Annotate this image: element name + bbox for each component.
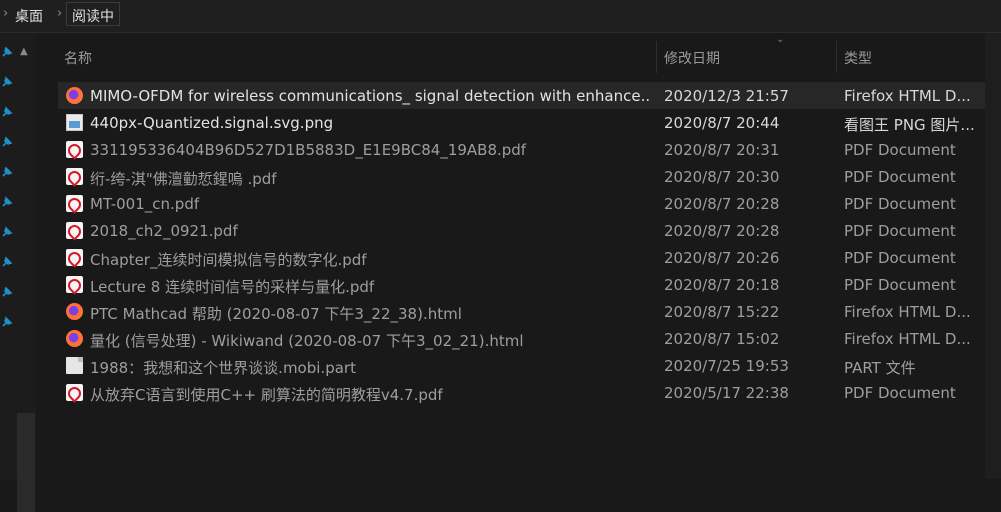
file-date: 2020/5/17 22:38 bbox=[664, 384, 789, 402]
column-divider[interactable] bbox=[656, 41, 657, 73]
file-date: 2020/8/7 20:28 bbox=[664, 195, 780, 213]
file-name: Lecture 8 连续时间信号的采样与量化.pdf bbox=[90, 278, 375, 296]
file-row[interactable]: MIMO-OFDM for wireless communications_ s… bbox=[58, 82, 998, 109]
address-bar[interactable]: › 桌面 › 阅读中 bbox=[0, 0, 1001, 33]
file-type: PDF Document bbox=[844, 222, 956, 240]
pin-icon[interactable] bbox=[1, 106, 13, 118]
file-name: MT-001_cn.pdf bbox=[90, 195, 200, 213]
file-type: PDF Document bbox=[844, 384, 956, 402]
pin-icon[interactable] bbox=[1, 46, 13, 58]
file-date: 2020/8/7 20:30 bbox=[664, 168, 780, 186]
breadcrumb-item-reading[interactable]: 阅读中 bbox=[72, 6, 114, 26]
pdf-icon bbox=[66, 195, 83, 212]
file-date: 2020/8/7 20:28 bbox=[664, 222, 780, 240]
file-row[interactable]: Chapter_连续时间模拟信号的数字化.pdf 2020/8/7 20:26 … bbox=[58, 244, 998, 271]
file-name: 440px-Quantized.signal.svg.png bbox=[90, 114, 334, 132]
pdf-icon bbox=[66, 384, 83, 401]
png-image-icon bbox=[66, 114, 83, 131]
file-name: MIMO-OFDM for wireless communications_ s… bbox=[90, 87, 650, 105]
pin-icon[interactable] bbox=[1, 166, 13, 178]
pin-icon[interactable] bbox=[1, 226, 13, 238]
column-header-date-modified[interactable]: 修改日期 bbox=[664, 48, 720, 68]
pin-icon[interactable] bbox=[1, 316, 13, 328]
pdf-icon bbox=[66, 249, 83, 266]
file-row[interactable]: 从放弃C语言到使用C++ 刷算法的简明教程v4.7.pdf 2020/5/17 … bbox=[58, 379, 998, 406]
file-row[interactable]: 量化 (信号处理) - Wikiwand (2020-08-07 下午3_02_… bbox=[58, 325, 998, 352]
file-name: 绗-绔-淇"佛澶勭悊鍟嗚 .pdf bbox=[90, 170, 277, 188]
column-header-name[interactable]: 名称 bbox=[64, 48, 92, 68]
firefox-html-icon bbox=[66, 87, 83, 104]
file-date: 2020/8/7 20:18 bbox=[664, 276, 780, 294]
file-name: 量化 (信号处理) - Wikiwand (2020-08-07 下午3_02_… bbox=[90, 332, 524, 350]
file-row[interactable]: 绗-绔-淇"佛澶勭悊鍟嗚 .pdf 2020/8/7 20:30 PDF Doc… bbox=[58, 163, 998, 190]
file-name: PTC Mathcad 帮助 (2020-08-07 下午3_22_38).ht… bbox=[90, 305, 462, 323]
file-date: 2020/7/25 19:53 bbox=[664, 357, 789, 375]
part-file-icon bbox=[66, 357, 83, 374]
file-name: 从放弃C语言到使用C++ 刷算法的简明教程v4.7.pdf bbox=[90, 386, 443, 404]
file-type: PDF Document bbox=[844, 168, 956, 186]
file-type: 看图王 PNG 图片... bbox=[844, 116, 975, 134]
column-divider[interactable] bbox=[836, 41, 837, 73]
pin-icon[interactable] bbox=[1, 76, 13, 88]
file-name: 331195336404B96D527D1B5883D_E1E9BC84_19A… bbox=[90, 141, 527, 159]
file-type: PDF Document bbox=[844, 276, 956, 294]
file-type: Firefox HTML D... bbox=[844, 303, 971, 321]
navigation-scrollbar-thumb[interactable] bbox=[17, 413, 35, 512]
file-type: PDF Document bbox=[844, 249, 956, 267]
file-date: 2020/8/7 15:02 bbox=[664, 330, 780, 348]
file-type: PDF Document bbox=[844, 195, 956, 213]
pin-icon[interactable] bbox=[1, 136, 13, 148]
file-name: 1988：我想和这个世界谈谈.mobi.part bbox=[90, 359, 356, 377]
pin-icon[interactable] bbox=[1, 256, 13, 268]
pdf-icon bbox=[66, 276, 83, 293]
firefox-html-icon bbox=[66, 303, 83, 320]
breadcrumb-separator[interactable]: › bbox=[3, 6, 8, 21]
file-name: Chapter_连续时间模拟信号的数字化.pdf bbox=[90, 251, 367, 269]
scroll-up-icon[interactable]: ▲ bbox=[20, 46, 28, 57]
file-date: 2020/12/3 21:57 bbox=[664, 87, 789, 105]
file-row[interactable]: 1988：我想和这个世界谈谈.mobi.part 2020/7/25 19:53… bbox=[58, 352, 998, 379]
file-type: PDF Document bbox=[844, 141, 956, 159]
file-row[interactable]: MT-001_cn.pdf 2020/8/7 20:28 PDF Documen… bbox=[58, 190, 998, 217]
breadcrumb-separator[interactable]: › bbox=[57, 6, 62, 21]
file-row[interactable]: 440px-Quantized.signal.svg.png 2020/8/7 … bbox=[58, 109, 998, 136]
pdf-icon bbox=[66, 222, 83, 239]
file-name: 2018_ch2_0921.pdf bbox=[90, 222, 238, 240]
firefox-html-icon bbox=[66, 330, 83, 347]
file-row[interactable]: 2018_ch2_0921.pdf 2020/8/7 20:28 PDF Doc… bbox=[58, 217, 998, 244]
file-date: 2020/8/7 20:44 bbox=[664, 114, 780, 132]
pdf-icon bbox=[66, 141, 83, 158]
file-type: Firefox HTML D... bbox=[844, 87, 971, 105]
column-header-type[interactable]: 类型 bbox=[844, 48, 872, 68]
column-header-bar: 名称 ⌄ 修改日期 类型 大 bbox=[36, 33, 1001, 81]
file-row[interactable]: PTC Mathcad 帮助 (2020-08-07 下午3_22_38).ht… bbox=[58, 298, 998, 325]
file-row[interactable]: 331195336404B96D527D1B5883D_E1E9BC84_19A… bbox=[58, 136, 998, 163]
sort-chevron-down-icon: ⌄ bbox=[776, 34, 785, 45]
file-row[interactable]: Lecture 8 连续时间信号的采样与量化.pdf 2020/8/7 20:1… bbox=[58, 271, 998, 298]
vertical-scrollbar[interactable] bbox=[985, 33, 1001, 479]
file-date: 2020/8/7 20:26 bbox=[664, 249, 780, 267]
file-date: 2020/8/7 20:31 bbox=[664, 141, 780, 159]
breadcrumb-item-desktop[interactable]: 桌面 bbox=[15, 6, 43, 26]
pin-icon[interactable] bbox=[1, 286, 13, 298]
pin-icon[interactable] bbox=[1, 196, 13, 208]
file-date: 2020/8/7 15:22 bbox=[664, 303, 780, 321]
file-type: Firefox HTML D... bbox=[844, 330, 971, 348]
file-type: PART 文件 bbox=[844, 359, 916, 377]
navigation-pane[interactable]: ▲ bbox=[0, 33, 36, 512]
pdf-icon bbox=[66, 168, 83, 185]
